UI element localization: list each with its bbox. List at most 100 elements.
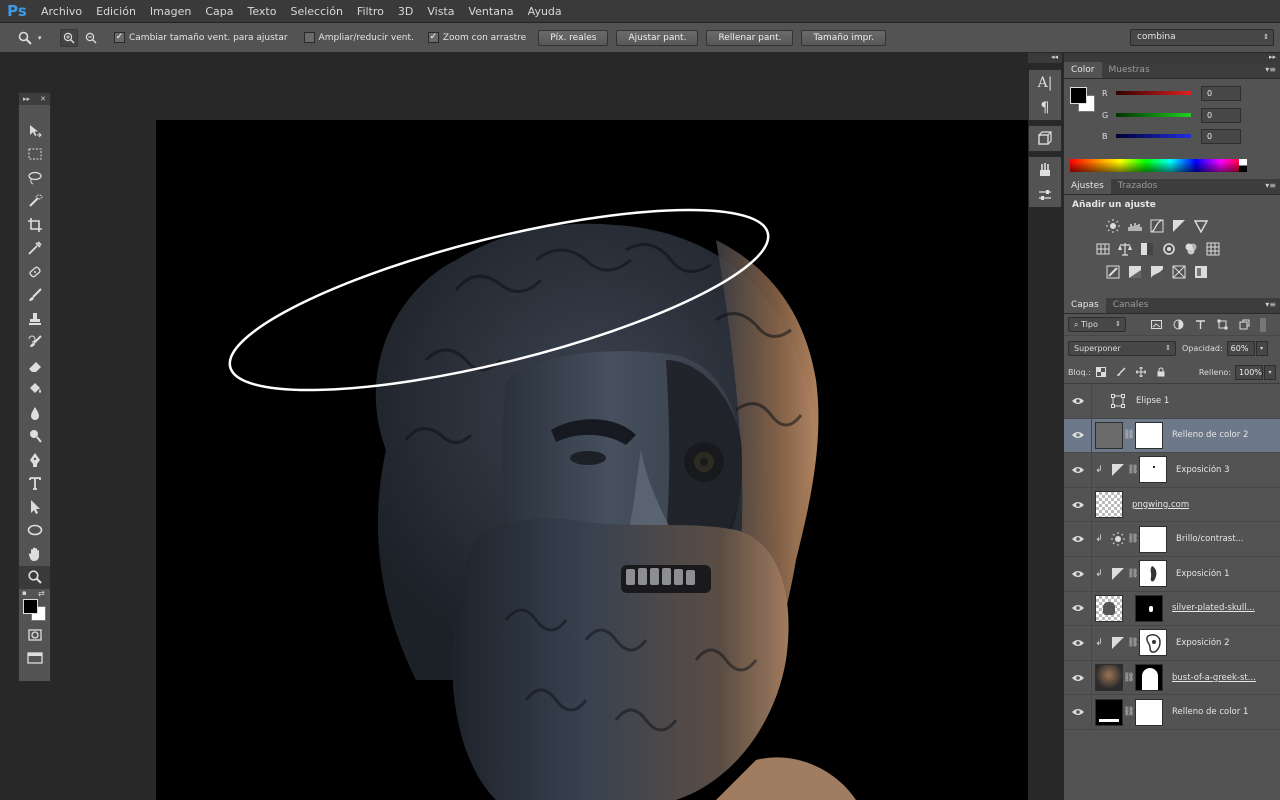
menu-filtro[interactable]: Filtro bbox=[350, 0, 391, 23]
channel-mixer-button[interactable] bbox=[1180, 241, 1202, 257]
layer-thumbnail[interactable] bbox=[1095, 594, 1123, 622]
levels-button[interactable] bbox=[1124, 218, 1146, 234]
filter-smart-object-button[interactable] bbox=[1234, 318, 1254, 332]
fill-field[interactable]: 100% bbox=[1235, 364, 1263, 380]
visibility-toggle[interactable] bbox=[1064, 487, 1092, 522]
paint-bucket-tool[interactable] bbox=[19, 378, 50, 402]
lock-all-button[interactable] bbox=[1151, 365, 1171, 379]
layer-row-silver-plated-skull[interactable]: silver-plated-skull... bbox=[1064, 591, 1280, 627]
hue-saturation-button[interactable] bbox=[1092, 241, 1114, 257]
lock-image-pixels-button[interactable] bbox=[1111, 365, 1131, 379]
layer-name[interactable]: bust-of-a-greek-st... bbox=[1172, 673, 1256, 683]
visibility-toggle[interactable] bbox=[1064, 452, 1092, 487]
photo-filter-button[interactable] bbox=[1158, 241, 1180, 257]
fill-dropdown-button[interactable]: ▾ bbox=[1264, 364, 1276, 380]
layer-mask-thumbnail[interactable] bbox=[1135, 421, 1163, 449]
close-icon[interactable]: ✕ bbox=[40, 95, 46, 103]
expand-panel-icon[interactable]: ▸▸ bbox=[23, 95, 30, 103]
red-value-field[interactable]: 0 bbox=[1201, 85, 1241, 101]
lasso-tool[interactable] bbox=[19, 166, 50, 190]
character-panel-button[interactable]: A| bbox=[1029, 70, 1061, 95]
foreground-color-swatch[interactable] bbox=[23, 599, 38, 614]
menu-3d[interactable]: 3D bbox=[391, 0, 420, 23]
layer-row-bust-of-a-greek-statue[interactable]: ⛓ bust-of-a-greek-st... bbox=[1064, 660, 1280, 696]
blue-slider[interactable] bbox=[1116, 134, 1191, 138]
black-white-swatch[interactable] bbox=[1239, 159, 1247, 172]
layer-row-elipse-1[interactable]: Elipse 1 bbox=[1064, 383, 1280, 419]
threshold-button[interactable] bbox=[1146, 264, 1168, 280]
quick-mask-button[interactable] bbox=[19, 623, 50, 647]
green-value-field[interactable]: 0 bbox=[1201, 107, 1241, 123]
mask-link-icon[interactable]: ⛓ bbox=[1123, 707, 1135, 717]
print-size-button[interactable]: Tamaño impr. bbox=[801, 29, 887, 46]
posterize-button[interactable] bbox=[1124, 264, 1146, 280]
hand-tool[interactable] bbox=[19, 542, 50, 566]
zoom-out-button[interactable] bbox=[82, 29, 100, 47]
layer-name[interactable]: Relleno de color 1 bbox=[1172, 707, 1248, 717]
pen-tool[interactable] bbox=[19, 448, 50, 472]
layer-row-exposicion-3[interactable]: ↲ ⛓ Exposición 3 bbox=[1064, 452, 1280, 488]
zoom-in-button[interactable] bbox=[60, 28, 78, 47]
zoom-all-windows-checkbox[interactable]: Ampliar/reducir vent. bbox=[303, 32, 414, 43]
layer-name[interactable]: Brillo/contrast... bbox=[1176, 534, 1244, 544]
layer-mask-thumbnail[interactable] bbox=[1139, 629, 1167, 657]
visibility-toggle[interactable] bbox=[1064, 522, 1092, 557]
layer-thumbnail[interactable] bbox=[1109, 560, 1127, 587]
tab-color[interactable]: Color bbox=[1064, 62, 1102, 78]
tab-adjustments[interactable]: Ajustes bbox=[1064, 178, 1111, 194]
paragraph-panel-button[interactable]: ¶ bbox=[1029, 95, 1061, 120]
mask-link-icon[interactable]: ⛓ bbox=[1123, 430, 1135, 440]
layer-thumbnail[interactable] bbox=[1095, 664, 1123, 692]
dock-header[interactable]: ◂◂ bbox=[1028, 53, 1062, 63]
layer-thumbnail[interactable] bbox=[1109, 526, 1127, 553]
layer-mask-thumbnail[interactable] bbox=[1139, 525, 1167, 553]
color-lookup-button[interactable] bbox=[1202, 241, 1224, 257]
lock-transparent-pixels-button[interactable] bbox=[1091, 365, 1111, 379]
menu-capa[interactable]: Capa bbox=[198, 0, 240, 23]
layer-mask-thumbnail[interactable] bbox=[1135, 594, 1163, 622]
filter-adjustment-button[interactable] bbox=[1168, 318, 1188, 332]
color-balance-button[interactable] bbox=[1114, 241, 1136, 257]
red-slider[interactable] bbox=[1116, 91, 1191, 95]
selective-color-button[interactable] bbox=[1190, 264, 1212, 280]
black-white-button[interactable] bbox=[1136, 241, 1158, 257]
path-selection-tool[interactable] bbox=[19, 495, 50, 519]
visibility-toggle[interactable] bbox=[1064, 383, 1092, 418]
actual-pixels-button[interactable]: Píx. reales bbox=[538, 29, 609, 46]
filter-toggle-switch[interactable] bbox=[1260, 317, 1266, 332]
eyedropper-tool[interactable] bbox=[19, 237, 50, 261]
menu-texto[interactable]: Texto bbox=[241, 0, 284, 23]
blue-value-field[interactable]: 0 bbox=[1201, 128, 1241, 144]
layer-name[interactable]: Exposición 3 bbox=[1176, 465, 1230, 475]
resize-windows-checkbox[interactable]: ✓ Cambiar tamaño vent. para ajustar bbox=[114, 32, 288, 43]
brightness-contrast-button[interactable] bbox=[1102, 218, 1124, 234]
tab-swatches[interactable]: Muestras bbox=[1102, 62, 1157, 78]
layer-name[interactable]: Exposición 1 bbox=[1176, 569, 1230, 579]
layer-row-exposicion-1[interactable]: ↲ ⛓ Exposición 1 bbox=[1064, 556, 1280, 592]
healing-brush-tool[interactable] bbox=[19, 260, 50, 284]
scrubby-zoom-checkbox[interactable]: ✓ Zoom con arrastre bbox=[427, 32, 526, 43]
layer-name[interactable]: pngwing.com bbox=[1132, 500, 1189, 510]
collapse-arrows-icon[interactable]: ◂◂ bbox=[1051, 53, 1058, 61]
visibility-toggle[interactable] bbox=[1064, 556, 1092, 591]
collapse-arrows-icon[interactable]: ▸▸ bbox=[1269, 53, 1276, 61]
fit-screen-button[interactable]: Ajustar pant. bbox=[616, 29, 699, 46]
filter-type-button[interactable] bbox=[1190, 318, 1210, 332]
screen-mode-button[interactable] bbox=[19, 647, 50, 671]
opacity-dropdown-button[interactable]: ▾ bbox=[1255, 341, 1268, 356]
menu-ayuda[interactable]: Ayuda bbox=[521, 0, 569, 23]
menu-vista[interactable]: Vista bbox=[420, 0, 461, 23]
curves-button[interactable] bbox=[1146, 218, 1168, 234]
green-slider[interactable] bbox=[1116, 113, 1191, 117]
menu-ventana[interactable]: Ventana bbox=[461, 0, 520, 23]
invert-button[interactable] bbox=[1102, 264, 1124, 280]
blur-tool[interactable] bbox=[19, 401, 50, 425]
color-spectrum-ramp[interactable] bbox=[1070, 159, 1246, 172]
eraser-tool[interactable] bbox=[19, 354, 50, 378]
swap-colors-icon[interactable]: ⇄ bbox=[38, 589, 45, 598]
move-tool[interactable] bbox=[19, 119, 50, 143]
visibility-toggle[interactable] bbox=[1064, 418, 1092, 453]
tab-paths[interactable]: Trazados bbox=[1111, 178, 1165, 194]
layer-mask-thumbnail[interactable] bbox=[1139, 456, 1167, 484]
tool-presets-button[interactable] bbox=[1029, 182, 1061, 207]
